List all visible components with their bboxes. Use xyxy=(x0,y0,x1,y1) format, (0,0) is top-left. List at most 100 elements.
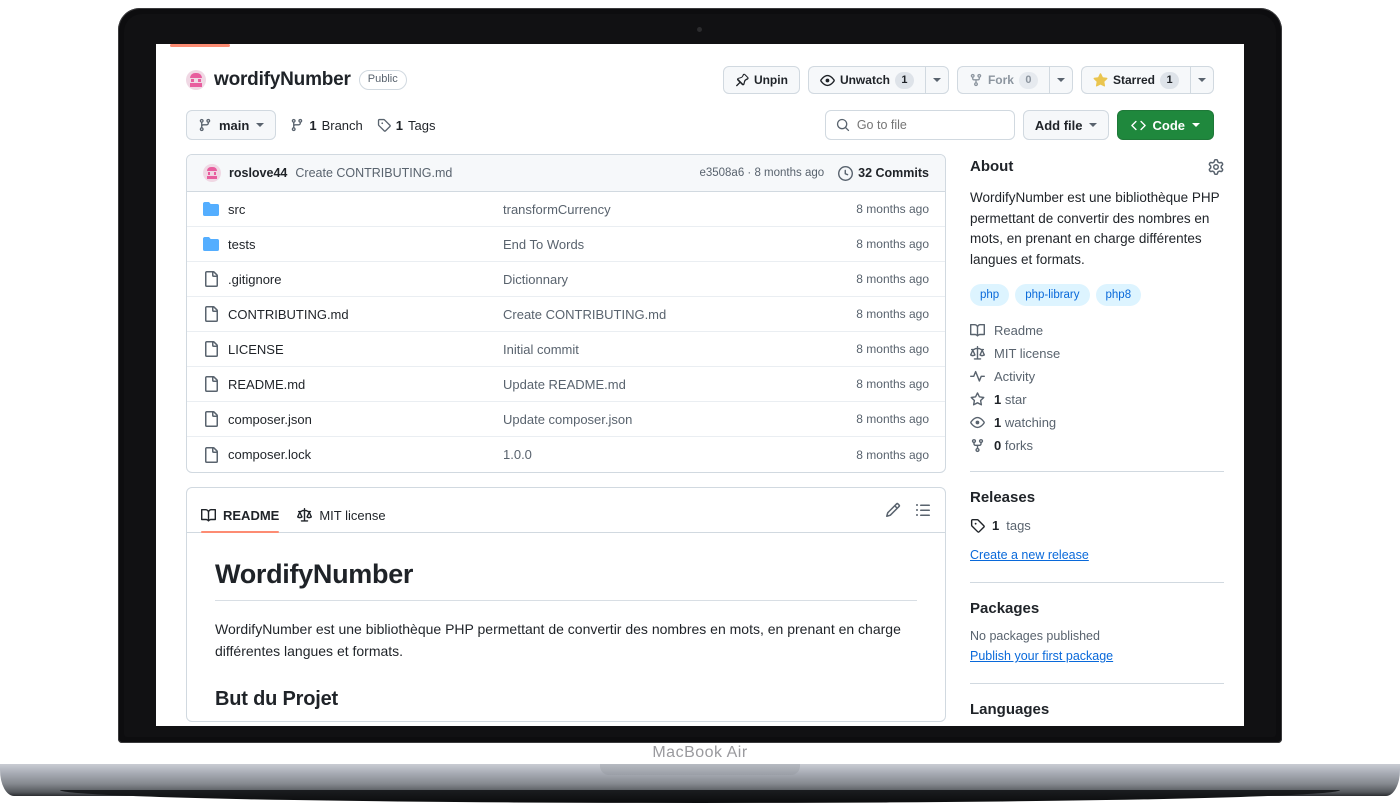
packages-empty-text: No packages published xyxy=(970,629,1100,644)
activity-link[interactable]: Activity xyxy=(970,369,1224,384)
commit-history-link[interactable]: 32 Commits xyxy=(838,165,929,181)
branches-link[interactable]: 1 Branch xyxy=(290,117,363,133)
branch-icon xyxy=(198,118,212,132)
fork-dropdown-button[interactable] xyxy=(1048,66,1073,94)
tag-word: Tags xyxy=(408,117,436,133)
forks-link[interactable]: 0 forks xyxy=(970,438,1224,453)
fork-button-group: Fork 0 xyxy=(956,66,1073,94)
gear-icon[interactable] xyxy=(1208,158,1224,175)
readme-link[interactable]: Readme xyxy=(970,323,1224,338)
file-name: tests xyxy=(228,236,256,252)
tag-count: 1 xyxy=(395,117,404,133)
license-link[interactable]: MIT license xyxy=(970,346,1224,361)
code-button[interactable]: Code xyxy=(1116,110,1214,140)
branch-word: Branch xyxy=(321,117,363,133)
fork-count: 0 xyxy=(1018,71,1038,89)
chevron-down-icon xyxy=(1198,78,1206,82)
go-to-file-search[interactable]: t xyxy=(824,110,1040,140)
search-input[interactable] xyxy=(856,118,1018,132)
topic-tag[interactable]: php-library xyxy=(1015,284,1090,307)
watchers-link-label: 1 watching xyxy=(994,415,1056,430)
file-name-cell[interactable]: tests xyxy=(203,236,503,252)
pencil-icon[interactable] xyxy=(885,502,901,518)
latest-commit-bar: roslove44 Create CONTRIBUTING.md e3508a6… xyxy=(187,155,945,192)
topic-tag[interactable]: php xyxy=(970,284,1010,307)
watch-dropdown-button[interactable] xyxy=(924,66,949,94)
releases-tags-line[interactable]: 1 tags xyxy=(970,518,1224,533)
latest-commit-info: roslove44 Create CONTRIBUTING.md xyxy=(203,164,452,182)
page-title[interactable]: wordifyNumber xyxy=(214,69,351,91)
file-commit-message[interactable]: transformCurrency xyxy=(503,202,819,217)
file-name: composer.json xyxy=(228,411,312,427)
folder-icon xyxy=(203,201,219,217)
tab-mit-license[interactable]: MIT license xyxy=(297,508,386,532)
chevron-down-icon xyxy=(256,123,265,127)
unwatch-button[interactable]: Unwatch 1 xyxy=(807,66,925,94)
file-name-cell[interactable]: src xyxy=(203,201,503,217)
commit-hash-and-date[interactable]: e3508a6 · 8 months ago xyxy=(699,167,824,179)
add-file-button[interactable]: Add file xyxy=(1022,110,1109,140)
fork-button[interactable]: Fork 0 xyxy=(956,66,1049,94)
table-row[interactable]: src transformCurrency 8 months ago xyxy=(187,192,945,227)
unpin-label: Unpin xyxy=(753,73,788,87)
file-commit-message[interactable]: Create CONTRIBUTING.md xyxy=(503,307,819,322)
watching-word: watching xyxy=(1001,415,1057,431)
file-icon xyxy=(203,446,219,463)
fork-icon xyxy=(969,73,983,87)
tab-mit-license-label: MIT license xyxy=(319,508,386,523)
file-age: 8 months ago xyxy=(856,272,929,286)
file-name-cell[interactable]: LICENSE xyxy=(203,341,503,357)
file-name: CONTRIBUTING.md xyxy=(228,306,349,322)
starred-button[interactable]: Starred 1 xyxy=(1080,66,1190,94)
packages-title: Packages xyxy=(970,600,1040,618)
outline-list-icon[interactable] xyxy=(915,502,931,518)
commit-author-name[interactable]: roslove44 xyxy=(229,166,287,180)
topic-tag[interactable]: php8 xyxy=(1095,284,1142,307)
table-row[interactable]: CONTRIBUTING.md Create CONTRIBUTING.md 8… xyxy=(187,297,945,332)
file-commit-message[interactable]: End To Words xyxy=(503,237,819,252)
table-row[interactable]: .gitignore Dictionnary 8 months ago xyxy=(187,262,945,297)
active-tab-indicator xyxy=(170,44,230,47)
file-name-cell[interactable]: .gitignore xyxy=(203,271,503,287)
file-commit-message[interactable]: Update composer.json xyxy=(503,412,819,427)
repo-toolbar: main 1 Branch 1 Tags Go to file Add file… xyxy=(186,110,1214,154)
star-dropdown-button[interactable] xyxy=(1190,66,1214,94)
publish-package-link[interactable]: Publish your first package xyxy=(970,649,1113,663)
stars-link[interactable]: 1 star xyxy=(970,392,1224,407)
code-label: Code xyxy=(1152,117,1186,133)
table-row[interactable]: LICENSE Initial commit 8 months ago xyxy=(187,332,945,367)
file-commit-message[interactable]: Update README.md xyxy=(503,377,819,392)
table-row[interactable]: tests End To Words 8 months ago xyxy=(187,227,945,262)
tags-link[interactable]: 1 Tags xyxy=(377,117,436,133)
file-commit-message[interactable]: Initial commit xyxy=(503,342,819,357)
file-name-cell[interactable]: README.md xyxy=(203,376,503,392)
file-rows: src transformCurrency 8 months ago tests… xyxy=(187,192,945,472)
star-count: 1 xyxy=(1160,71,1179,89)
file-name: composer.lock xyxy=(228,447,312,462)
unpin-button[interactable]: Unpin xyxy=(722,66,800,94)
visibility-badge: Public xyxy=(358,70,407,90)
star-icon xyxy=(970,392,985,407)
table-row[interactable]: README.md Update README.md 8 months ago xyxy=(187,367,945,402)
file-commit-message[interactable]: Dictionnary xyxy=(503,272,819,287)
file-name: README.md xyxy=(228,376,306,392)
watchers-link[interactable]: 1 watching xyxy=(970,415,1224,430)
tag-icon xyxy=(377,118,391,132)
add-file-label: Add file xyxy=(1034,117,1083,133)
create-release-link[interactable]: Create a new release xyxy=(970,548,1089,562)
chevron-down-icon xyxy=(1192,123,1200,127)
table-row[interactable]: composer.json Update composer.json 8 mon… xyxy=(187,402,945,437)
commit-message[interactable]: Create CONTRIBUTING.md xyxy=(295,166,452,180)
file-name-cell[interactable]: composer.json xyxy=(203,411,503,427)
branch-selector[interactable]: main xyxy=(186,110,277,140)
file-name-cell[interactable]: CONTRIBUTING.md xyxy=(203,306,503,322)
file-commit-message[interactable]: 1.0.0 xyxy=(503,447,819,462)
star-button-group: Starred 1 xyxy=(1080,66,1214,94)
table-row[interactable]: composer.lock 1.0.0 8 months ago xyxy=(187,437,945,472)
file-name-cell[interactable]: composer.lock xyxy=(203,446,503,463)
releases-section: Releases 1 tags Create a new release xyxy=(970,472,1224,564)
stars-link-label: 1 star xyxy=(994,392,1027,407)
forks-link-label: 0 forks xyxy=(994,438,1033,453)
tab-readme[interactable]: README xyxy=(201,508,280,533)
languages-section: Languages PHP 100.0% xyxy=(970,684,1224,726)
